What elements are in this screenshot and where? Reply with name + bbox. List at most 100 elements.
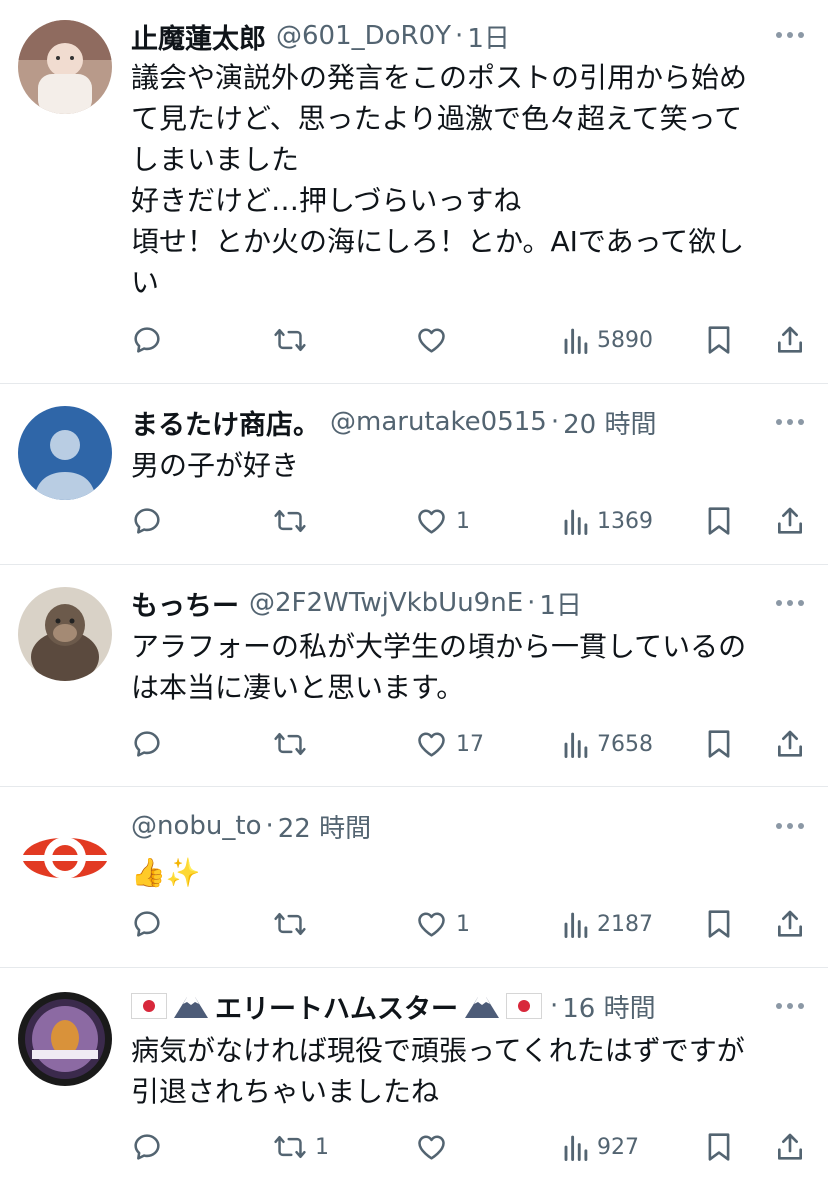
share-icon	[778, 326, 802, 353]
handle[interactable]: @601_DoR0Y	[276, 21, 451, 51]
reply-button[interactable]	[131, 902, 171, 946]
reply-icon	[134, 911, 160, 937]
views-icon	[564, 328, 588, 354]
post[interactable]: @nobu_to · 22 時間 👍✨ 1 2187	[0, 787, 828, 968]
views-button[interactable]: 5890	[563, 318, 653, 362]
share-icon	[778, 910, 802, 937]
action-bar: 17 7658	[0, 722, 828, 766]
repost-icon	[274, 732, 306, 756]
heart-icon	[418, 509, 445, 534]
like-count: 1	[456, 508, 470, 534]
bookmark-button[interactable]	[706, 722, 732, 766]
timestamp[interactable]: 22 時間	[278, 808, 371, 845]
like-button[interactable]: 1	[415, 902, 470, 946]
display-name[interactable]: エリートハムスター	[215, 987, 458, 1026]
heart-icon	[418, 732, 445, 757]
post-text: 議会や演説外の発言をこのポストの引用から始め て見たけど、思ったより過激で色々超…	[131, 61, 748, 299]
view-count: 2187	[597, 911, 653, 937]
action-bar: 1 2187	[0, 902, 828, 946]
view-count: 7658	[597, 731, 653, 757]
post[interactable]: まるたけ商店。 @marutake0515 · 20 時間 男の子が好き 1 1…	[0, 384, 828, 565]
handle[interactable]: @marutake0515	[330, 407, 547, 437]
handle[interactable]: @nobu_to	[131, 811, 261, 841]
share-button[interactable]	[774, 499, 806, 543]
post[interactable]: もっちー @2F2WTwjVkbUu9nE · 1日 アラフォーの私が大学生の頃…	[0, 565, 828, 787]
timestamp[interactable]: 16 時間	[562, 988, 655, 1025]
like-button[interactable]	[415, 1125, 456, 1169]
japan-flag-icon	[131, 993, 167, 1019]
repost-button[interactable]: 1	[273, 1125, 329, 1169]
avatar[interactable]	[18, 811, 112, 905]
repost-button[interactable]	[273, 902, 315, 946]
display-name[interactable]: 止魔蓮太郎	[131, 17, 266, 56]
share-button[interactable]	[774, 1125, 806, 1169]
avatar[interactable]	[18, 406, 112, 500]
reply-button[interactable]	[131, 722, 171, 766]
japan-flag-icon	[506, 993, 542, 1019]
share-button[interactable]	[774, 722, 806, 766]
like-count: 17	[456, 731, 484, 757]
post[interactable]: 止魔蓮太郎 @601_DoR0Y · 1日 議会や演説外の発言をこのポストの引用…	[0, 0, 828, 384]
repost-button[interactable]	[273, 318, 315, 362]
more-icon[interactable]	[776, 417, 806, 427]
display-name[interactable]: もっちー	[131, 584, 239, 623]
share-button[interactable]	[774, 902, 806, 946]
heart-icon	[418, 1135, 445, 1160]
reply-button[interactable]	[131, 318, 171, 362]
repost-button[interactable]	[273, 722, 315, 766]
repost-icon	[274, 328, 306, 352]
post-text: アラフォーの私が大学生の頃から一貫しているの は本当に凄いと思います。	[131, 630, 747, 704]
timestamp[interactable]: 1日	[539, 585, 582, 622]
separator: ·	[455, 21, 464, 51]
bookmark-icon	[708, 507, 730, 535]
share-icon	[778, 1133, 802, 1160]
more-icon[interactable]	[776, 598, 806, 608]
separator: ·	[265, 811, 274, 841]
avatar[interactable]	[18, 20, 112, 114]
timestamp[interactable]: 20 時間	[563, 404, 656, 441]
share-icon	[778, 730, 802, 757]
like-button[interactable]	[415, 318, 456, 362]
repost-button[interactable]	[273, 499, 315, 543]
bookmark-button[interactable]	[706, 318, 732, 362]
reply-button[interactable]	[131, 1125, 171, 1169]
avatar[interactable]	[18, 992, 112, 1086]
reply-icon	[134, 731, 160, 757]
reply-icon	[134, 327, 160, 353]
post[interactable]: エリートハムスター · 16 時間 病気がなければ現役で頑張ってくれたはずですが…	[0, 968, 828, 1184]
bookmark-button[interactable]	[706, 1125, 732, 1169]
view-count: 1369	[597, 508, 653, 534]
views-button[interactable]: 7658	[563, 722, 653, 766]
share-button[interactable]	[774, 318, 806, 362]
reply-icon	[134, 1134, 160, 1160]
like-count: 1	[456, 911, 470, 937]
bookmark-button[interactable]	[706, 902, 732, 946]
more-icon[interactable]	[776, 30, 806, 40]
bookmark-icon	[708, 326, 730, 354]
separator: ·	[550, 407, 560, 437]
views-button[interactable]: 1369	[563, 499, 653, 543]
views-icon	[564, 732, 588, 758]
like-button[interactable]: 1	[415, 499, 470, 543]
views-button[interactable]: 2187	[563, 902, 653, 946]
share-icon	[778, 507, 802, 534]
handle[interactable]: @2F2WTwjVkbUu9nE	[249, 588, 523, 618]
like-button[interactable]: 17	[415, 722, 484, 766]
more-icon[interactable]	[776, 1001, 806, 1011]
repost-icon	[274, 509, 306, 533]
bookmark-icon	[708, 730, 730, 758]
display-name[interactable]: まるたけ商店。	[131, 403, 320, 442]
views-button[interactable]: 927	[563, 1125, 639, 1169]
action-bar: 5890	[0, 318, 828, 362]
bookmark-button[interactable]	[706, 499, 732, 543]
more-icon[interactable]	[776, 821, 806, 831]
separator: ·	[527, 588, 536, 618]
timestamp[interactable]: 1日	[467, 18, 510, 55]
post-text: 病気がなければ現役で頑張ってくれたはずですが 引退されちゃいましたね	[131, 1034, 745, 1108]
mount-fuji-icon	[174, 997, 208, 1018]
action-bar: 1 927	[0, 1125, 828, 1169]
repost-icon	[274, 912, 306, 936]
reply-button[interactable]	[131, 499, 171, 543]
views-icon	[564, 912, 588, 938]
avatar[interactable]	[18, 587, 112, 681]
